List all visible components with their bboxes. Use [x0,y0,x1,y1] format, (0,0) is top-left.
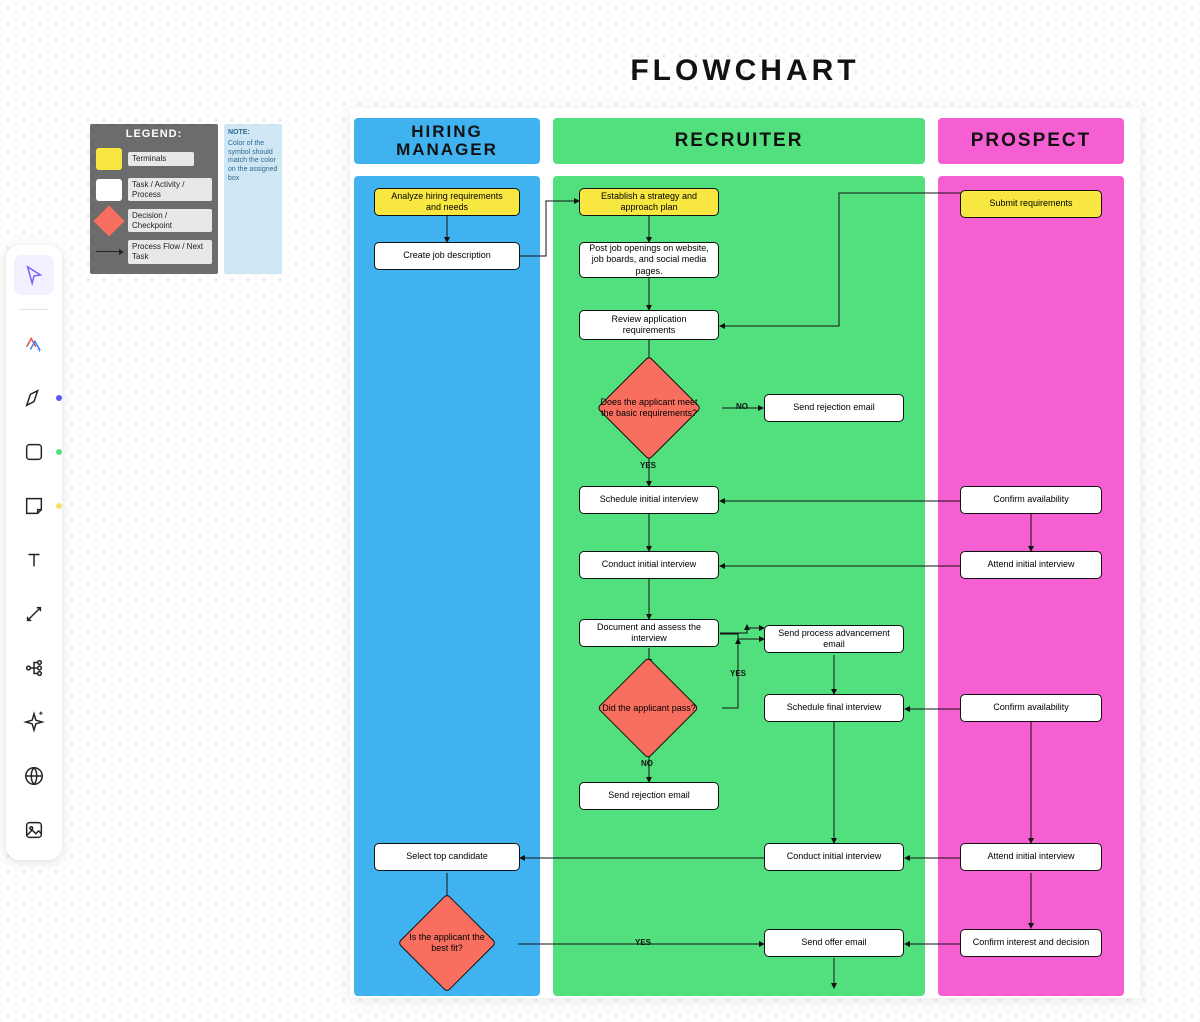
node-hm-best-fit[interactable]: Is the applicant the best fit? [397,904,497,982]
flowchart-canvas[interactable]: HIRING MANAGER RECRUITER PROSPECT [350,108,1140,998]
node-r-reject2[interactable]: Send rejection email [579,782,719,810]
connector-icon [23,603,45,625]
color-dot-icon [56,503,62,509]
legend-decision-row: Decision / Checkpoint [90,205,218,236]
sparkle-tool[interactable] [14,702,54,742]
svg-text:+: + [37,345,42,355]
lane-header-recruiter[interactable]: RECRUITER [553,118,925,164]
color-dot-icon [56,449,62,455]
color-dot-icon [56,395,62,401]
lane-header-prospect[interactable]: PROSPECT [938,118,1124,164]
node-hm-select-top[interactable]: Select top candidate [374,843,520,871]
terminal-swatch-icon [96,148,122,170]
legend-label: Task / Activity / Process [128,178,212,201]
image-tool[interactable] [14,810,54,850]
task-swatch-icon [96,179,122,201]
text-tool[interactable] [14,540,54,580]
ai-icon: + [23,333,45,355]
ai-tool[interactable]: + [14,324,54,364]
pen-tool[interactable] [14,378,54,418]
node-r-reject1[interactable]: Send rejection email [764,394,904,422]
web-tool[interactable] [14,756,54,796]
page-title: FLOWCHART [350,54,1140,88]
legend-label: Terminals [128,152,194,166]
node-r-post[interactable]: Post job openings on website, job boards… [579,242,719,278]
node-r-conduct-initial[interactable]: Conduct initial interview [579,551,719,579]
node-p-attend1[interactable]: Attend initial interview [960,551,1102,579]
node-r-conduct-initial2[interactable]: Conduct initial interview [764,843,904,871]
legend-panel[interactable]: LEGEND: Terminals Task / Activity / Proc… [90,124,282,274]
node-r-review[interactable]: Review application requirements [579,310,719,340]
node-r-advance[interactable]: Send process advancement email [764,625,904,653]
legend-label: Process Flow / Next Task [128,240,212,263]
node-hm-analyze[interactable]: Analyze hiring requirements and needs [374,188,520,216]
edge-label-no: NO [641,759,653,768]
legend-box: LEGEND: Terminals Task / Activity / Proc… [90,124,218,274]
cursor-icon [23,264,45,286]
legend-terminal-row: Terminals [90,144,218,174]
mindmap-icon [23,657,45,679]
node-label: Did the applicant pass? [588,664,710,752]
node-r-sched-final[interactable]: Schedule final interview [764,694,904,722]
divider [19,309,49,310]
sparkle-icon [23,711,45,733]
node-p-confirm-interest[interactable]: Confirm interest and decision [960,929,1102,957]
sticky-icon [23,495,45,517]
pen-icon [23,387,45,409]
shape-tool[interactable] [14,432,54,472]
node-r-offer[interactable]: Send offer email [764,929,904,957]
edge-label-yes: YES [635,938,651,947]
note-body: Color of the symbol should match the col… [228,140,278,184]
lane-header-hiring-manager[interactable]: HIRING MANAGER [354,118,540,164]
globe-icon [23,765,45,787]
node-label: Does the applicant meet the basic requir… [588,362,710,454]
legend-task-row: Task / Activity / Process [90,174,218,205]
legend-flow-row: Process Flow / Next Task [90,236,218,267]
arrow-icon [96,251,122,252]
edge-label-yes: YES [730,669,746,678]
lane-body-recruiter[interactable] [553,176,925,996]
node-label: Is the applicant the best fit? [397,904,497,982]
node-p-confirm2[interactable]: Confirm availability [960,694,1102,722]
edge-label-no: NO [736,402,748,411]
node-hm-create-jd[interactable]: Create job description [374,242,520,270]
node-p-attend2[interactable]: Attend initial interview [960,843,1102,871]
legend-label: Decision / Checkpoint [128,209,212,232]
note-title: NOTE: [228,129,278,138]
legend-note: NOTE: Color of the symbol should match t… [224,124,282,274]
node-r-sched-initial[interactable]: Schedule initial interview [579,486,719,514]
lane-body-prospect[interactable] [938,176,1124,996]
decision-swatch-icon [93,205,124,236]
edge-label-yes: YES [640,461,656,470]
text-icon [23,549,45,571]
select-tool[interactable] [14,255,54,295]
legend-title: LEGEND: [90,124,218,144]
sticky-tool[interactable] [14,486,54,526]
image-icon [23,819,45,841]
node-r-basic-req[interactable]: Does the applicant meet the basic requir… [588,362,710,454]
node-r-strategy[interactable]: Establish a strategy and approach plan [579,188,719,216]
lane-body-hiring-manager[interactable] [354,176,540,996]
connector-tool[interactable] [14,594,54,634]
mindmap-tool[interactable] [14,648,54,688]
node-p-submit[interactable]: Submit requirements [960,190,1102,218]
node-r-pass[interactable]: Did the applicant pass? [588,664,710,752]
node-p-confirm1[interactable]: Confirm availability [960,486,1102,514]
square-icon [23,441,45,463]
node-r-document[interactable]: Document and assess the interview [579,619,719,647]
left-toolbar: + [6,245,62,860]
